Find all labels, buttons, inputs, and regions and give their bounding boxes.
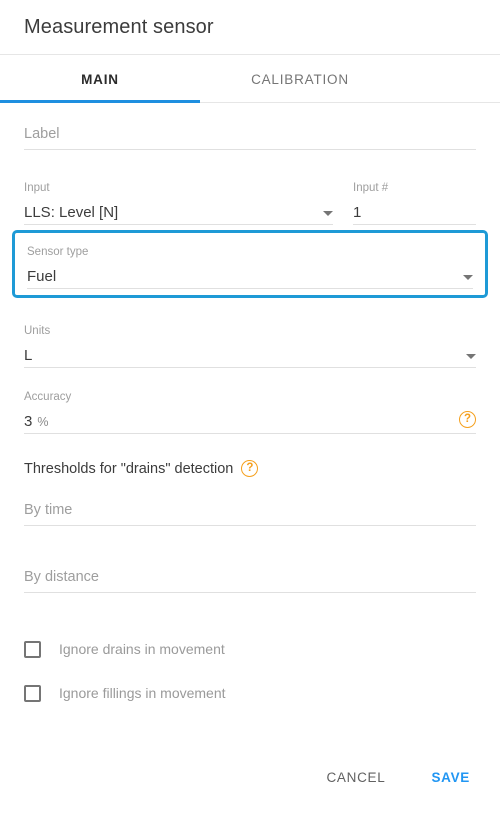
accuracy-value[interactable]: 3 (24, 411, 32, 433)
units-field[interactable]: Units L (24, 298, 476, 368)
input-field[interactable]: Input LLS: Level [N] (24, 155, 333, 225)
cancel-button[interactable]: CANCEL (320, 762, 391, 793)
thresholds-heading-text: Thresholds for "drains" detection (24, 460, 234, 477)
label-input[interactable] (24, 126, 476, 150)
by-distance-field-wrapper (24, 531, 476, 599)
page-title: Measurement sensor (24, 15, 214, 38)
input-number-label: Input # (353, 182, 389, 194)
by-time-field-wrapper (24, 479, 476, 531)
chevron-down-icon[interactable] (466, 354, 476, 359)
input-row: Input LLS: Level [N] Input # 1 (24, 155, 476, 225)
tab-calibration[interactable]: CALIBRATION (200, 55, 400, 103)
form-body: Input LLS: Level [N] Input # 1 (0, 103, 500, 748)
by-distance-input[interactable] (24, 569, 476, 593)
dialog-footer: CANCEL SAVE (0, 748, 500, 820)
measurement-sensor-dialog: Measurement sensor MAIN CALIBRATION Inpu… (0, 0, 500, 820)
input-number-field[interactable]: Input # 1 (353, 155, 476, 225)
dialog-header: Measurement sensor (0, 0, 500, 55)
sensor-type-value: Fuel (27, 268, 57, 285)
checkbox-group: Ignore drains in movement Ignore filling… (24, 631, 476, 711)
help-icon[interactable]: ? (241, 460, 259, 477)
checkbox-label-ignore-drains: Ignore drains in movement (59, 641, 225, 657)
label-field-wrapper (24, 103, 476, 155)
accuracy-unit-suffix: % (37, 415, 49, 429)
input-field-label: Input (24, 182, 50, 194)
thresholds-section-heading: Thresholds for "drains" detection ? (24, 460, 476, 477)
sensor-type-highlight-ring: Sensor type Fuel (12, 230, 488, 298)
accuracy-field[interactable]: Accuracy 3 % ? (24, 364, 476, 434)
save-button[interactable]: SAVE (425, 762, 476, 793)
units-label: Units (24, 325, 51, 337)
checkbox-row-ignore-fillings[interactable]: Ignore fillings in movement (24, 675, 476, 711)
sensor-type-label: Sensor type (27, 246, 89, 258)
help-icon[interactable]: ? (459, 411, 476, 428)
checkbox-label-ignore-fillings: Ignore fillings in movement (59, 685, 226, 701)
checkbox-row-ignore-drains[interactable]: Ignore drains in movement (24, 631, 476, 667)
tab-main[interactable]: MAIN (0, 55, 200, 103)
chevron-down-icon[interactable] (323, 211, 333, 216)
checkbox-ignore-drains[interactable] (24, 640, 41, 658)
input-field-value: LLS: Level [N] (24, 204, 119, 221)
column-gap (333, 155, 353, 221)
accuracy-label: Accuracy (24, 391, 72, 403)
sensor-type-field[interactable]: Sensor type Fuel (27, 237, 473, 293)
chevron-down-icon[interactable] (463, 275, 473, 280)
checkbox-ignore-fillings[interactable] (24, 684, 41, 702)
tab-bar: MAIN CALIBRATION (0, 55, 500, 103)
input-number-value[interactable]: 1 (353, 202, 476, 224)
by-time-input[interactable] (24, 502, 476, 526)
